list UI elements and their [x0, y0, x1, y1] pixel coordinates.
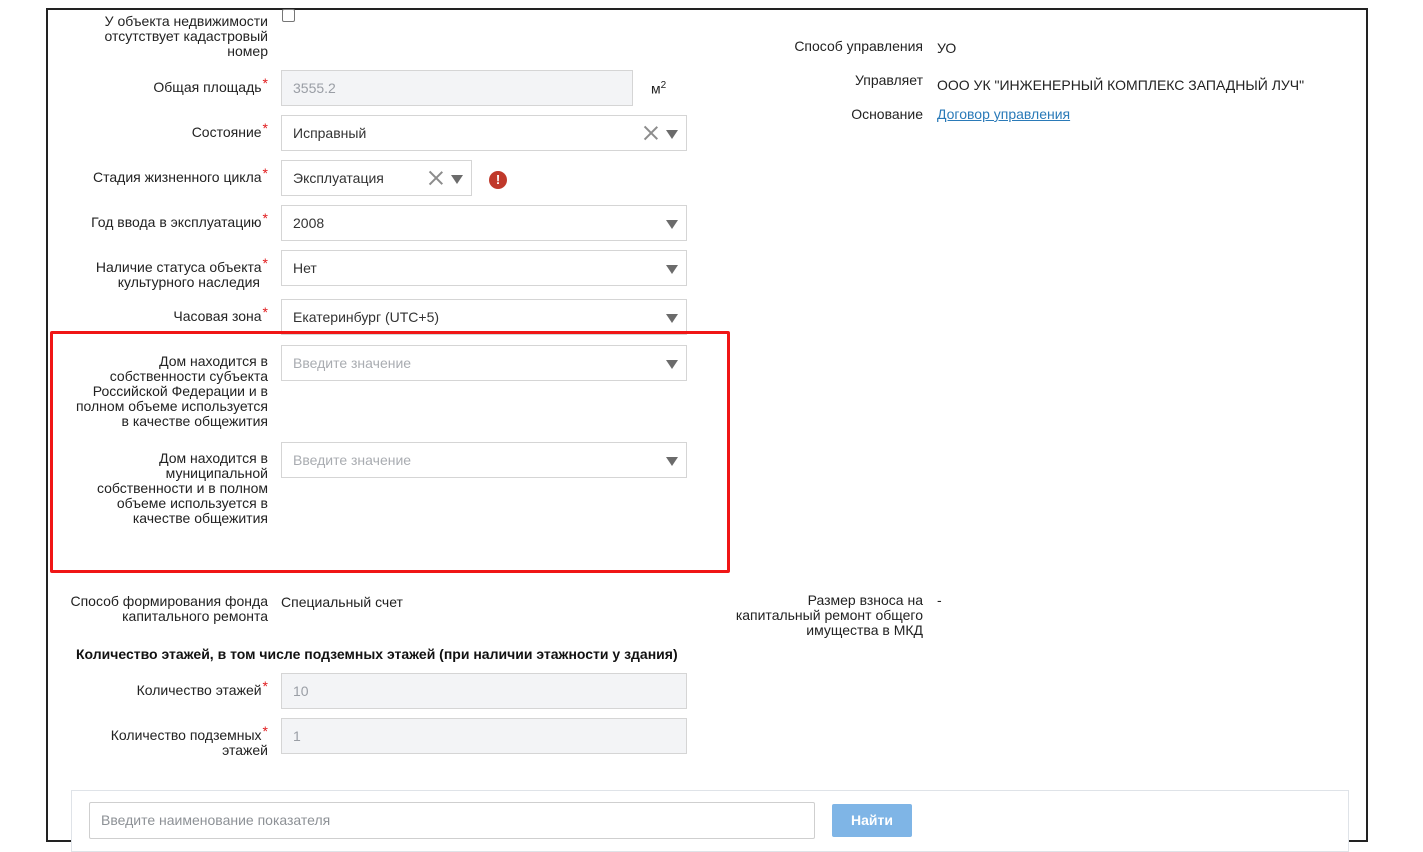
area-unit: м2 — [651, 80, 667, 97]
municipal-dorm-select[interactable]: Введите значение — [281, 442, 687, 478]
basis-link[interactable]: Договор управления — [937, 106, 1070, 122]
management-value: УО — [937, 40, 957, 56]
no-cadastral-checkbox[interactable] — [282, 9, 295, 22]
heritage-label: Наличие статуса объекта* культурного нас… — [95, 255, 268, 290]
clear-icon[interactable] — [427, 169, 445, 187]
floors-section-title: Количество этажей, в том числе подземных… — [76, 646, 678, 662]
manager-label: Управляет — [854, 72, 923, 88]
area-field[interactable]: 3555.2 — [281, 70, 633, 106]
chevron-down-icon[interactable] — [666, 360, 678, 369]
chevron-down-icon[interactable] — [666, 314, 678, 323]
floors-field[interactable]: 10 — [281, 673, 687, 709]
fund-value: Специальный счет — [281, 594, 403, 610]
timezone-select[interactable]: Екатеринбург (UTC+5) — [281, 299, 687, 335]
lifecycle-select[interactable]: Эксплуатация — [281, 160, 472, 196]
area-label: Общая площадь* — [153, 75, 268, 95]
underground-label: Количество подземных* этажей — [110, 723, 268, 758]
management-label: Способ управления — [794, 38, 923, 54]
timezone-label: Часовая зона* — [173, 304, 268, 324]
chevron-down-icon[interactable] — [666, 265, 678, 274]
state-label: Состояние* — [191, 120, 268, 140]
municipal-dorm-label: Дом находится в муниципальной собственно… — [96, 450, 268, 526]
contribution-value: - — [937, 592, 942, 608]
search-input[interactable]: Введите наименование показателя — [89, 802, 815, 839]
basis-label: Основание — [851, 106, 923, 122]
search-button[interactable]: Найти — [832, 804, 912, 837]
year-select[interactable]: 2008 — [281, 205, 687, 241]
state-select[interactable]: Исправный — [281, 115, 687, 151]
floors-label: Количество этажей* — [136, 678, 268, 698]
federal-dorm-select[interactable]: Введите значение — [281, 345, 687, 381]
chevron-down-icon[interactable] — [666, 220, 678, 229]
no-cadastral-label: У объекта недвижимости отсутствует кадас… — [104, 13, 268, 59]
manager-value: ООО УК "ИНЖЕНЕРНЫЙ КОМПЛЕКС ЗАПАДНЫЙ ЛУЧ… — [937, 77, 1305, 93]
chevron-down-icon[interactable] — [666, 130, 678, 139]
heritage-select[interactable]: Нет — [281, 250, 687, 286]
chevron-down-icon[interactable] — [451, 175, 463, 184]
chevron-down-icon[interactable] — [666, 457, 678, 466]
lifecycle-label: Стадия жизненного цикла* — [93, 165, 268, 185]
clear-icon[interactable] — [642, 124, 660, 142]
year-label: Год ввода в эксплуатацию* — [91, 210, 268, 230]
fund-label: Способ формирования фонда капитального р… — [70, 593, 268, 624]
underground-field[interactable]: 1 — [281, 718, 687, 754]
warning-icon[interactable]: ! — [489, 171, 507, 189]
contribution-label: Размер взноса на капитальный ремонт обще… — [735, 592, 923, 638]
federal-dorm-label: Дом находится в собственности субъекта Р… — [75, 353, 268, 429]
